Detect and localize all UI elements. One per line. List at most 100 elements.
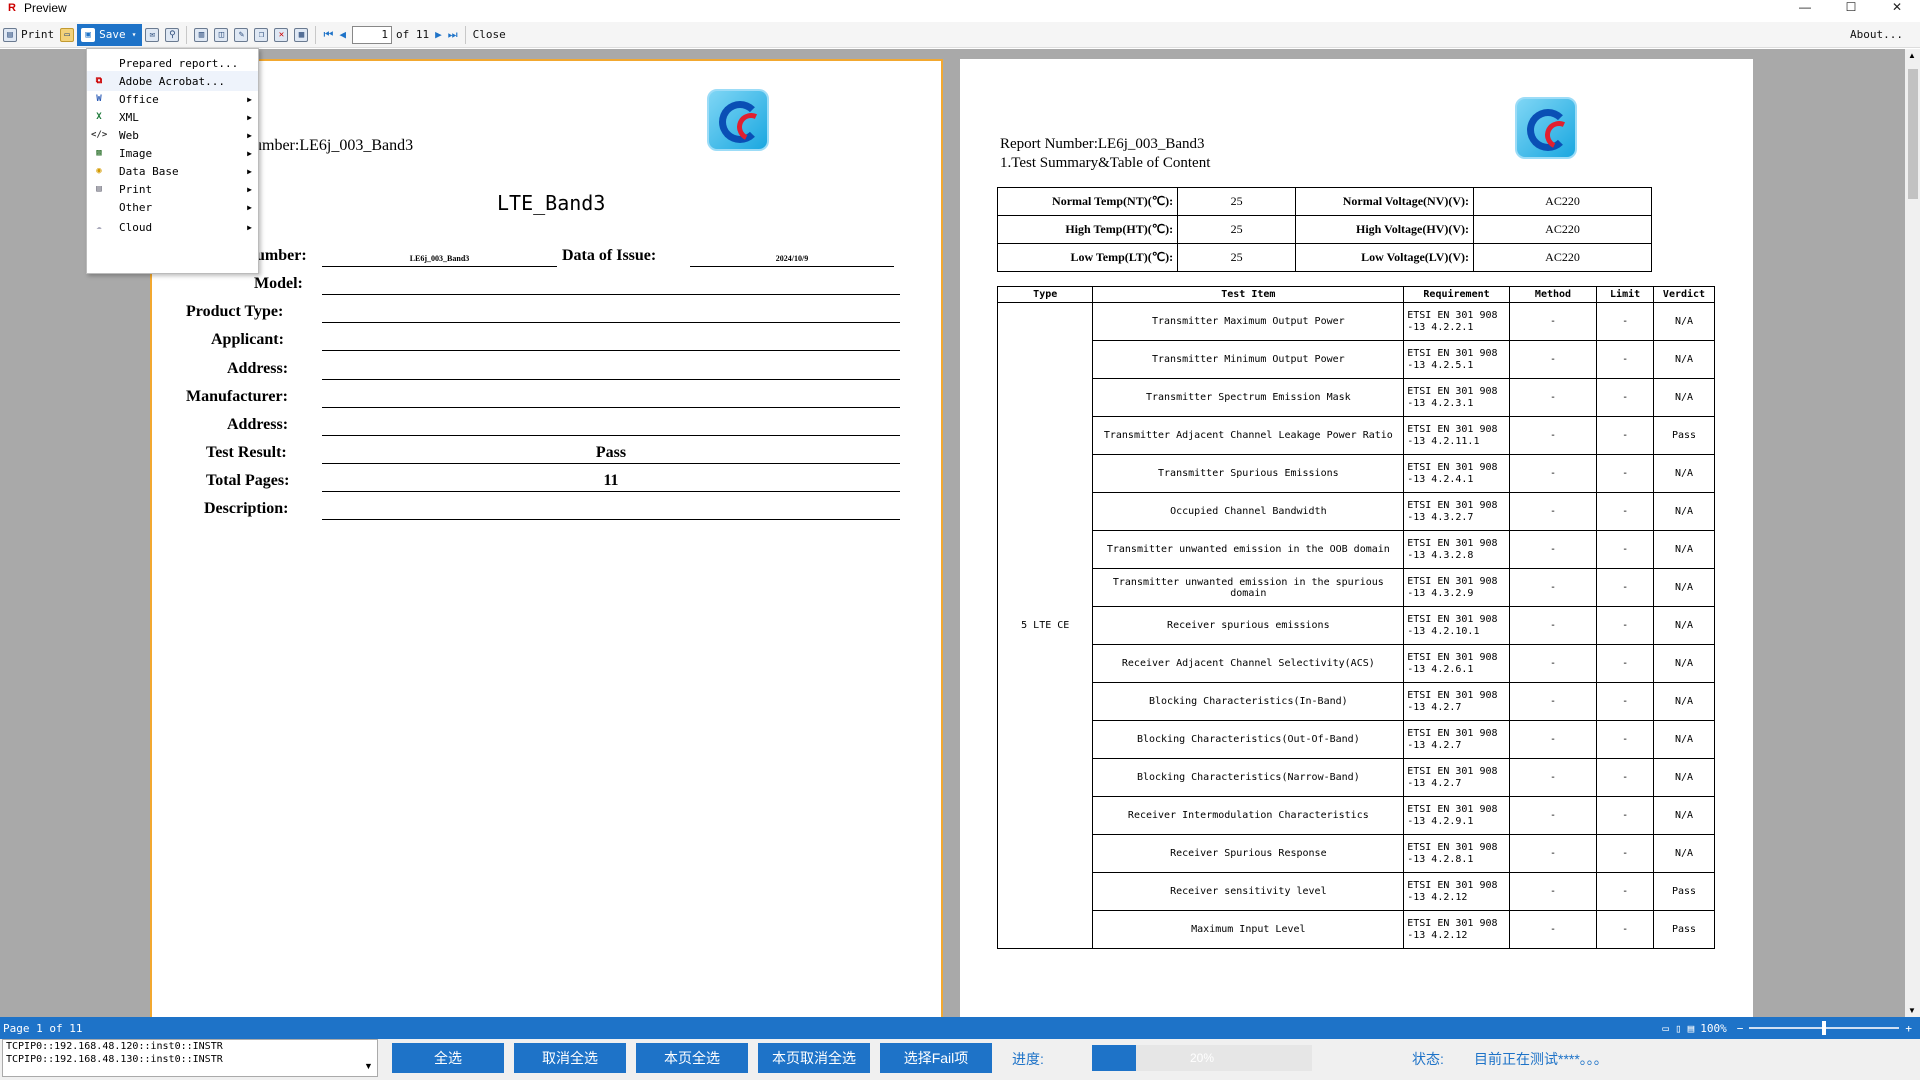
page-status: Page 1 of 11 xyxy=(3,1021,83,1035)
menu-item-office[interactable]: W Office ▶ xyxy=(87,89,258,109)
limit-cell: - xyxy=(1596,606,1655,645)
list-scroll-down-icon[interactable]: ▼ xyxy=(364,1061,373,1071)
test-item-cell: Transmitter Spectrum Emission Mask xyxy=(1092,378,1405,417)
limit-cell: - xyxy=(1596,644,1655,683)
list-item[interactable]: TCPIP0::192.168.48.120::inst0::INSTR xyxy=(6,1040,377,1053)
last-page-button[interactable]: ⏭ xyxy=(445,24,461,46)
method-cell: - xyxy=(1508,758,1598,797)
printer-icon: ▤ xyxy=(96,184,102,194)
fit-width-icon[interactable]: ▯ xyxy=(1675,1022,1682,1035)
description-value xyxy=(322,500,900,520)
deselect-all-button[interactable]: 取消全选 xyxy=(514,1043,626,1073)
about-button[interactable]: About... xyxy=(1847,24,1906,46)
toolbar-separator xyxy=(464,25,466,44)
scrollbar-thumb[interactable] xyxy=(1908,69,1918,199)
watermark-button[interactable]: ▦ xyxy=(291,24,311,46)
list-item[interactable]: TCPIP0::192.168.48.130::inst0::INSTR xyxy=(6,1053,377,1066)
address-value xyxy=(322,360,900,380)
select-page-button[interactable]: 本页全选 xyxy=(636,1043,748,1073)
zoom-slider[interactable] xyxy=(1749,1021,1900,1035)
manufacturer-value xyxy=(322,388,900,408)
menu-item-label: Web xyxy=(119,128,139,142)
scroll-up-icon[interactable]: ▲ xyxy=(1908,51,1916,60)
menu-item-label: Print xyxy=(119,182,153,196)
table-header-row: Type Test Item Requirement Method Limit … xyxy=(996,286,1715,303)
total-pages-label: Total Pages: xyxy=(206,472,290,489)
test-result-label: Test Result: xyxy=(206,444,287,461)
menu-item-label: XML xyxy=(119,110,139,124)
menu-item-label: Adobe Acrobat... xyxy=(119,74,225,88)
instrument-list[interactable]: TCPIP0::192.168.48.120::inst0::INSTR TCP… xyxy=(2,1039,378,1077)
submenu-arrow-icon: ▶ xyxy=(247,130,252,140)
col-requirement: Requirement xyxy=(1403,286,1510,303)
address2-row: Address: xyxy=(152,416,912,440)
chevron-down-icon[interactable]: ▾ xyxy=(132,30,137,39)
zoom-slider-thumb[interactable] xyxy=(1822,1021,1827,1035)
address2-label: Address: xyxy=(227,416,289,433)
verdict-cell: N/A xyxy=(1653,796,1715,835)
page-number-input[interactable]: 1 xyxy=(351,25,392,44)
preview-workspace[interactable]: umber:LE6j_003_Band3 LTE_Band3 umber: LE… xyxy=(0,49,1905,1017)
issue-date-label: Data of Issue: xyxy=(562,247,657,264)
email-button[interactable]: ✉ xyxy=(142,24,162,46)
menu-item-other[interactable]: Other ▶ xyxy=(87,197,258,217)
edit-button[interactable]: ✎ xyxy=(231,24,251,46)
edit-icon: ✎ xyxy=(234,27,249,42)
database-icon: ◉ xyxy=(96,166,102,176)
find-button[interactable]: ⚲ xyxy=(162,24,182,46)
scroll-down-icon[interactable]: ▼ xyxy=(1908,1006,1916,1015)
page2-section-title: 1.Test Summary&Table of Content xyxy=(1000,155,1211,171)
verdict-cell: Pass xyxy=(1653,416,1715,455)
vertical-scrollbar[interactable]: ▲ ▼ xyxy=(1905,49,1920,1017)
zoom-in-icon[interactable]: + xyxy=(1905,1022,1912,1035)
menu-item-adobe-acrobat[interactable]: ⧉ Adobe Acrobat... xyxy=(87,71,258,91)
deselect-page-button[interactable]: 本页取消全选 xyxy=(758,1043,870,1073)
prev-page-button[interactable]: ◀ xyxy=(336,24,349,46)
page-count-label: of 11 xyxy=(395,28,430,41)
type-cell: 5 LTE CE xyxy=(996,302,1094,949)
requirement-cell: ETSI EN 301 908 -13 4.2.9.1 xyxy=(1403,796,1510,835)
status-label: 状态: xyxy=(1412,1051,1444,1067)
open-button[interactable]: ▭ xyxy=(57,24,77,46)
menu-item-image[interactable]: ▩ Image ▶ xyxy=(87,143,258,163)
method-cell: - xyxy=(1508,644,1598,683)
menu-item-data-base[interactable]: ◉ Data Base ▶ xyxy=(87,161,258,181)
outline-button[interactable]: ▥ xyxy=(191,24,211,46)
select-fail-button[interactable]: 选择Fail项 xyxy=(880,1043,992,1073)
address-label: Address: xyxy=(227,360,289,377)
prev-page-icon: ◀ xyxy=(339,28,346,41)
method-cell: - xyxy=(1508,302,1598,341)
menu-item-prepared-report[interactable]: Prepared report... xyxy=(87,53,258,73)
print-button[interactable]: ▤ Print xyxy=(0,24,57,46)
maximize-button[interactable]: ☐ xyxy=(1828,0,1874,15)
menu-item-print[interactable]: ▤ Print ▶ xyxy=(87,179,258,199)
select-all-button[interactable]: 全选 xyxy=(392,1043,504,1073)
limit-cell: - xyxy=(1596,340,1655,379)
close-window-button[interactable]: ✕ xyxy=(1874,0,1920,15)
address2-value xyxy=(322,416,900,436)
close-preview-button[interactable]: Close xyxy=(470,24,509,46)
page-setup-button[interactable]: ◫ xyxy=(211,24,231,46)
first-page-button[interactable]: ⏮ xyxy=(320,24,336,46)
total-pages-value: 11 xyxy=(322,472,900,492)
product-type-row: Product Type: xyxy=(152,303,912,327)
menu-item-web[interactable]: </> Web ▶ xyxy=(87,125,258,145)
test-item-cell: Maximum Input Level xyxy=(1092,910,1405,949)
zoom-out-icon[interactable]: − xyxy=(1737,1022,1744,1035)
menu-item-label: Office xyxy=(119,92,159,106)
outline-icon: ▥ xyxy=(194,27,209,42)
save-button[interactable]: ▣ Save ▾ xyxy=(77,23,143,46)
multi-page-icon[interactable]: ▤ xyxy=(1688,1022,1695,1035)
condition-value: AC220 xyxy=(1473,243,1652,272)
delete-page-button[interactable]: ✕ xyxy=(271,24,291,46)
fit-page-icon[interactable]: ▭ xyxy=(1662,1022,1669,1035)
model-label: Model: xyxy=(254,275,303,292)
menu-item-xml[interactable]: X XML ▶ xyxy=(87,107,258,127)
limit-cell: - xyxy=(1596,682,1655,721)
menu-item-cloud[interactable]: ☁ Cloud ▶ xyxy=(87,217,258,237)
minimize-button[interactable]: — xyxy=(1782,0,1828,15)
excel-icon: X xyxy=(96,112,102,122)
report-page-1: umber:LE6j_003_Band3 LTE_Band3 umber: LE… xyxy=(150,59,943,1017)
copy-page-button[interactable]: ❐ xyxy=(251,24,271,46)
next-page-button[interactable]: ▶ xyxy=(432,24,445,46)
